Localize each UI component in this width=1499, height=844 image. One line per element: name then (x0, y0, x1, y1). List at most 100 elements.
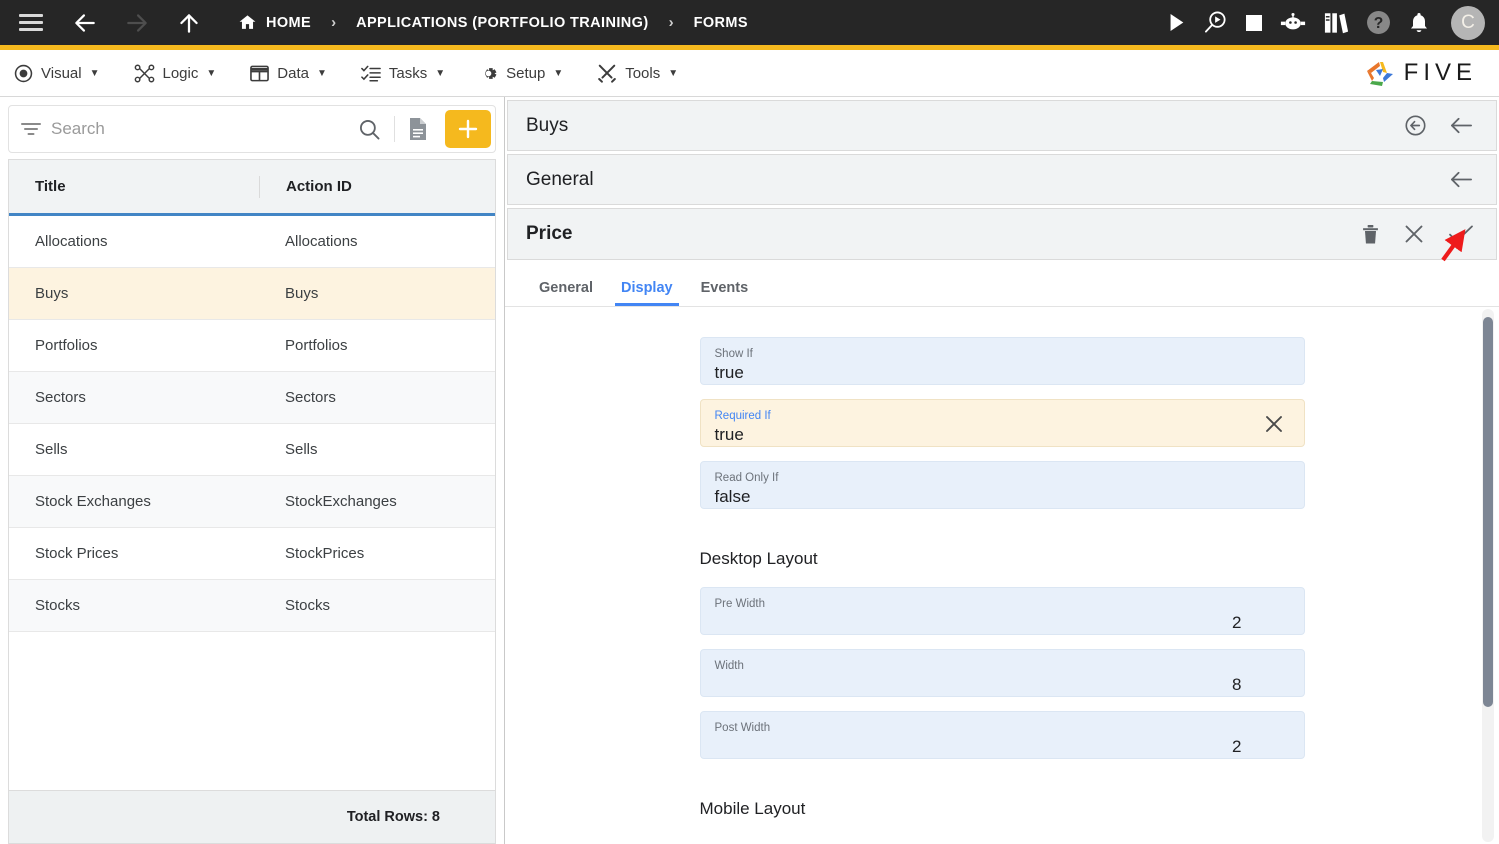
table-body: Allocations Allocations Buys Buys Portfolios… (9, 216, 495, 790)
field-label: Read Only If (714, 472, 779, 484)
table-row[interactable]: Sectors Sectors (9, 372, 495, 424)
top-header-bar: HOME › APPLICATIONS (PORTFOLIO TRAINING)… (0, 0, 1499, 45)
field-post-width[interactable]: Post Width 2 (699, 711, 1305, 759)
delete-icon[interactable] (1361, 223, 1380, 245)
panel-title-general: General (526, 168, 594, 190)
tab-display[interactable]: Display (607, 280, 687, 306)
save-icon[interactable] (1448, 223, 1474, 245)
chatbot-icon[interactable] (1280, 13, 1306, 32)
cell-action-id: Portfolios (285, 337, 348, 354)
breadcrumb-item-applications[interactable]: APPLICATIONS (PORTFOLIO TRAINING) (356, 15, 648, 31)
top-actions: ? C (1168, 5, 1485, 40)
tab-general[interactable]: General (525, 280, 607, 306)
stop-icon[interactable] (1246, 14, 1262, 31)
column-header-title[interactable]: Title (9, 178, 259, 195)
field-label: Pre Width (714, 598, 766, 610)
clear-icon[interactable] (1262, 412, 1286, 441)
filter-icon[interactable] (9, 106, 51, 152)
help-icon[interactable]: ? (1366, 10, 1391, 35)
run-icon[interactable] (1168, 13, 1185, 32)
cell-title: Buys (35, 285, 69, 302)
logic-icon (134, 63, 155, 83)
menu-item-data[interactable]: Data ▼ (250, 64, 327, 83)
table-footer: Total Rows: 8 (8, 790, 496, 844)
table-row[interactable]: Portfolios Portfolios (9, 320, 495, 372)
cell-title: Allocations (35, 233, 108, 250)
field-width[interactable]: Width 8 (699, 649, 1305, 697)
menu-item-label: Setup (506, 64, 546, 82)
field-value: 2 (1232, 737, 1242, 756)
main-content: Title Action ID Allocations Allocations Bu… (0, 97, 1499, 844)
cancel-icon[interactable] (1402, 222, 1426, 246)
cell-title: Sectors (35, 389, 86, 406)
five-logo: FIVE (1363, 58, 1485, 88)
field-value: 2 (1232, 613, 1242, 632)
field-value: false (714, 487, 751, 506)
breadcrumb-separator: › (331, 14, 337, 31)
menu-item-label: Tools (625, 64, 661, 82)
back-arrow-icon[interactable] (70, 8, 100, 38)
table-row[interactable]: Stocks Stocks (9, 580, 495, 632)
document-icon[interactable] (395, 106, 441, 152)
library-icon[interactable] (1324, 11, 1348, 34)
field-pre-width[interactable]: Pre Width 2 (699, 587, 1305, 635)
field-label: Required If (714, 410, 771, 422)
menu-item-setup[interactable]: Setup ▼ (479, 64, 563, 83)
menu-item-tools[interactable]: Tools ▼ (597, 63, 678, 83)
breadcrumb-separator: › (668, 14, 674, 31)
panel-actions-price (1361, 222, 1496, 246)
cell-action-id: Buys (285, 285, 319, 302)
app-menu-bar: Visual ▼ Logic ▼ Data ▼ Tasks ▼ Setup ▼ … (0, 50, 1499, 97)
bell-icon[interactable] (1409, 12, 1429, 34)
section-title-mobile-layout: Mobile Layout (699, 799, 806, 818)
cell-action-id: StockExchanges (285, 493, 397, 510)
field-show-if[interactable]: Show If true (699, 337, 1305, 385)
tab-events[interactable]: Events (687, 280, 763, 306)
breadcrumb-item-forms[interactable]: FORMS (694, 15, 748, 31)
field-required-if[interactable]: Required If true (699, 399, 1305, 447)
cell-title: Stock Prices (35, 545, 119, 562)
home-icon[interactable] (238, 13, 257, 32)
table-row[interactable]: Allocations Allocations (9, 216, 495, 268)
cell-action-id: Sectors (285, 389, 336, 406)
add-form-button[interactable] (445, 110, 491, 148)
table-row[interactable]: Stock Exchanges StockExchanges (9, 476, 495, 528)
table-row[interactable]: Stock Prices StockPrices (9, 528, 495, 580)
table-row[interactable]: Buys Buys (9, 268, 495, 320)
menu-item-label: Data (277, 64, 309, 82)
debug-icon[interactable] (1203, 10, 1228, 35)
panel-header-buys: Buys (507, 100, 1497, 151)
back-arrow-icon[interactable] (1449, 168, 1474, 191)
search-toolbar (8, 105, 496, 153)
editor-tabs: General Display Events (505, 263, 1499, 307)
search-input[interactable] (51, 106, 345, 152)
cell-title: Stock Exchanges (35, 493, 151, 510)
field-label: Show If (714, 348, 753, 360)
tools-icon (597, 63, 617, 83)
menu-item-logic[interactable]: Logic ▼ (134, 63, 216, 83)
vertical-scrollbar[interactable] (1482, 309, 1494, 842)
breadcrumb-item-home[interactable]: HOME (266, 15, 311, 31)
chevron-down-icon: ▼ (553, 67, 564, 79)
table-row[interactable]: Sells Sells (9, 424, 495, 476)
field-read-only-if[interactable]: Read Only If false (699, 461, 1305, 509)
breadcrumb: HOME › APPLICATIONS (PORTFOLIO TRAINING)… (238, 13, 748, 32)
menu-item-label: Tasks (388, 64, 428, 82)
scrollbar-thumb[interactable] (1483, 317, 1493, 707)
avatar[interactable]: C (1451, 5, 1485, 40)
chevron-down-icon: ▼ (316, 67, 327, 79)
menu-item-tasks[interactable]: Tasks ▼ (360, 64, 445, 83)
hamburger-icon[interactable] (18, 10, 44, 36)
circle-back-icon[interactable] (1404, 114, 1427, 137)
cell-action-id: Sells (285, 441, 318, 458)
eye-icon (14, 64, 33, 83)
cell-action-id: StockPrices (285, 545, 365, 562)
search-icon[interactable] (345, 106, 394, 152)
back-arrow-icon[interactable] (1449, 114, 1474, 137)
up-arrow-icon[interactable] (174, 8, 204, 38)
menu-item-visual[interactable]: Visual ▼ (14, 64, 100, 83)
field-value: true (714, 425, 744, 444)
form-editor-panel: Buys General Price General Display Event… (505, 97, 1499, 844)
panel-title-price: Price (526, 223, 573, 244)
column-header-action-id[interactable]: Action ID (259, 175, 495, 198)
